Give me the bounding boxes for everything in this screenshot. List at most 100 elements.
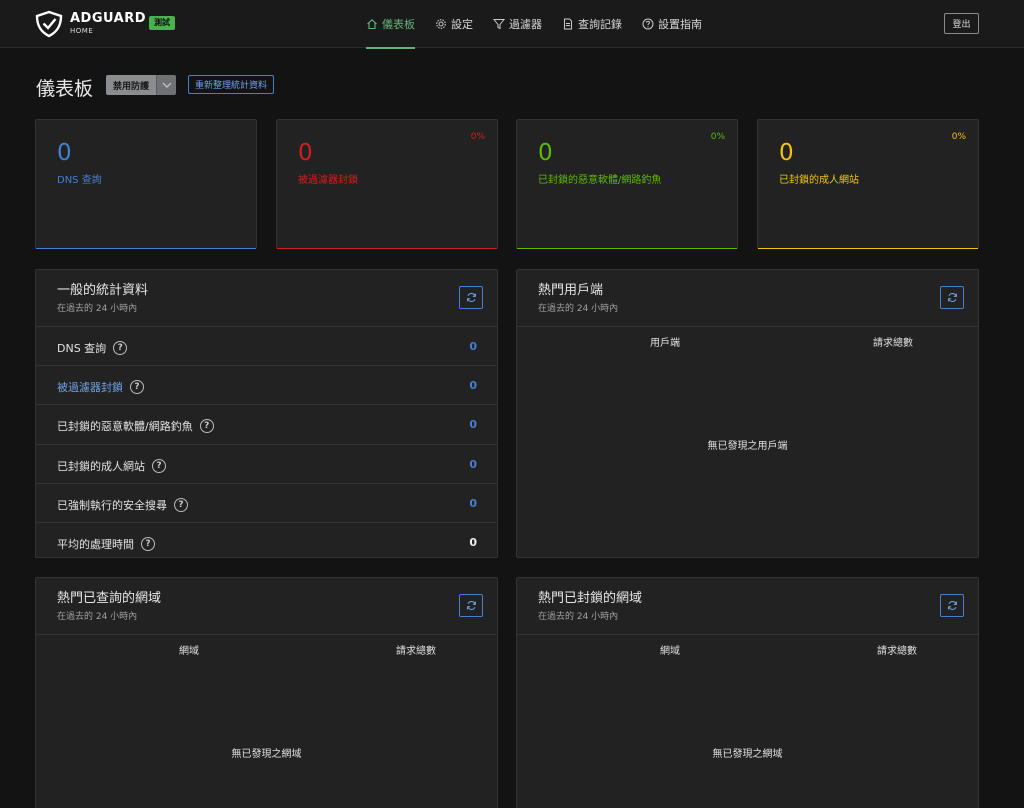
filter-icon (493, 19, 505, 30)
panel-title: 熱門已封鎖的網域 (538, 591, 643, 606)
empty-message: 無已發現之網域 (231, 749, 302, 760)
refresh-icon (466, 601, 476, 610)
panel-subtitle: 在過去的 24 小時內 (538, 304, 619, 314)
row-value: 0 (469, 497, 477, 510)
help-icon[interactable]: ? (152, 459, 166, 473)
stat-card-dns-queries[interactable]: 0 DNS 查詢 (35, 119, 257, 249)
stat-card-blocked-filters[interactable]: 0 被過濾器封鎖 0% (276, 119, 498, 249)
stat-accent-line (758, 248, 978, 249)
stat-row-blocked-adult: 已封鎖的成人網站? 0 (36, 444, 497, 483)
nav-dashboard[interactable]: 儀表板 (366, 0, 415, 49)
nav-setup-guide[interactable]: 設置指南 (642, 0, 702, 48)
stat-row-dns-queries: DNS 查詢? 0 (36, 326, 497, 365)
adguard-shield-logo[interactable] (34, 10, 64, 38)
nav-filters[interactable]: 過濾器 (493, 0, 542, 48)
help-icon (642, 18, 654, 30)
top-blocked-domains-panel: 熱門已封鎖的網域 在過去的 24 小時內 網域 請求總數 無已發現之網域 (516, 577, 979, 808)
row-label-wrap: 已封鎖的成人網站? (57, 458, 166, 474)
stat-row-blocked-filters: 被過濾器封鎖? 0 (36, 365, 497, 404)
stat-row-blocked-malware: 已封鎖的惡意軟體/網路釣魚? 0 (36, 404, 497, 443)
nav-query-log[interactable]: 查詢記錄 (562, 0, 622, 48)
stat-label: DNS 查詢 (57, 175, 102, 186)
row-label-wrap: DNS 查詢? (57, 340, 128, 356)
refresh-button[interactable] (940, 286, 964, 309)
home-icon (367, 19, 377, 30)
general-statistics-panel: 一般的統計資料 在過去的 24 小時內 DNS 查詢? 0 被過濾器封鎖? 0 … (35, 269, 498, 558)
stat-row-avg-processing-time: 平均的處理時間? 0 (36, 522, 497, 561)
help-icon[interactable]: ? (174, 498, 188, 512)
help-icon[interactable]: ? (199, 419, 214, 433)
help-icon[interactable]: ? (130, 380, 144, 394)
row-label-wrap: 已封鎖的惡意軟體/網路釣魚? (57, 418, 214, 434)
empty-message: 無已發現之網域 (712, 749, 783, 760)
nav-query-log-label: 查詢記錄 (578, 18, 622, 31)
stat-label: 已封鎖的成人網站 (779, 175, 859, 186)
row-label: 平均的處理時間 (57, 538, 134, 551)
row-label-wrap: 已強制執行的安全搜尋? (57, 497, 188, 513)
row-label[interactable]: 被過濾器封鎖 (57, 379, 123, 395)
refresh-button[interactable] (459, 594, 483, 617)
stat-accent-line (36, 248, 256, 249)
row-value: 0 (469, 536, 477, 549)
stat-row-safe-search: 已強制執行的安全搜尋? 0 (36, 483, 497, 522)
row-label-wrap: 被過濾器封鎖? (57, 379, 144, 395)
refresh-statistics-button[interactable]: 重新整理統計資料 (188, 75, 275, 94)
stat-card-blocked-adult[interactable]: 0 已封鎖的成人網站 0% (757, 119, 979, 249)
column-header-domain[interactable]: 網域 (179, 642, 199, 657)
column-header-requests[interactable]: 請求總數 (873, 334, 913, 349)
column-header-requests[interactable]: 請求總數 (396, 642, 436, 657)
help-icon[interactable]: ? (113, 341, 128, 355)
document-icon (564, 18, 572, 30)
beta-badge: 測試 (149, 16, 175, 30)
row-label-wrap: 平均的處理時間? (57, 536, 155, 552)
refresh-icon (466, 293, 476, 302)
refresh-button[interactable] (940, 594, 964, 617)
stat-label: 被過濾器封鎖 (298, 175, 358, 186)
stat-accent-line (277, 248, 497, 249)
chevron-down-icon (162, 82, 171, 88)
stat-label: 已封鎖的惡意軟體/網路釣魚 (538, 175, 662, 186)
nav-setup-guide-label: 設置指南 (658, 18, 702, 31)
stat-value: 0 (298, 140, 313, 166)
row-value: 0 (469, 418, 477, 431)
panel-subtitle: 在過去的 24 小時內 (538, 612, 619, 622)
row-value: 0 (469, 340, 477, 353)
stat-percent: 0% (470, 132, 485, 142)
disable-protection-button[interactable]: 禁用防護 (106, 75, 157, 95)
row-value: 0 (469, 379, 477, 392)
panel-divider (517, 634, 978, 635)
stat-card-blocked-malware[interactable]: 0 已封鎖的惡意軟體/網路釣魚 0% (516, 119, 738, 249)
panel-title: 熱門用戶端 (538, 283, 604, 298)
refresh-icon (947, 601, 957, 610)
panel-divider (517, 326, 978, 327)
logout-button[interactable]: 登出 (944, 13, 979, 34)
refresh-button[interactable] (459, 286, 483, 309)
panel-divider (36, 634, 497, 635)
nav-settings-label: 設定 (451, 18, 473, 31)
column-header-domain[interactable]: 網域 (660, 642, 680, 657)
stat-percent: 0% (710, 132, 725, 142)
column-header-client[interactable]: 用戶端 (650, 334, 680, 349)
nav-settings[interactable]: 設定 (435, 0, 473, 48)
top-clients-panel: 熱門用戶端 在過去的 24 小時內 用戶端 請求總數 無已發現之用戶端 (516, 269, 979, 558)
empty-message: 無已發現之用戶端 (707, 441, 788, 452)
top-header: ADGUARD HOME 測試 儀表板 設定 過濾器 查詢記錄 設置指南 登出 (0, 0, 1024, 49)
protection-button-group: 禁用防護 (106, 75, 177, 95)
stat-percent: 0% (951, 132, 966, 142)
top-queried-domains-panel: 熱門已查詢的網域 在過去的 24 小時內 網域 請求總數 無已發現之網域 (35, 577, 498, 808)
page-title: 儀表板 (36, 78, 94, 100)
help-icon[interactable]: ? (141, 537, 155, 551)
panel-subtitle: 在過去的 24 小時內 (57, 612, 138, 622)
refresh-icon (947, 293, 957, 302)
stat-value: 0 (538, 140, 553, 166)
panel-title: 一般的統計資料 (57, 283, 149, 298)
row-value: 0 (469, 458, 477, 471)
panel-subtitle: 在過去的 24 小時內 (57, 304, 138, 314)
panel-title: 熱門已查詢的網域 (57, 591, 162, 606)
stat-value: 0 (57, 140, 72, 166)
disable-protection-dropdown[interactable] (156, 75, 177, 95)
main-nav: 儀表板 設定 過濾器 查詢記錄 設置指南 (366, 0, 722, 49)
nav-dashboard-label: 儀表板 (382, 18, 415, 31)
column-header-requests[interactable]: 請求總數 (877, 642, 917, 657)
nav-filters-label: 過濾器 (509, 18, 542, 31)
